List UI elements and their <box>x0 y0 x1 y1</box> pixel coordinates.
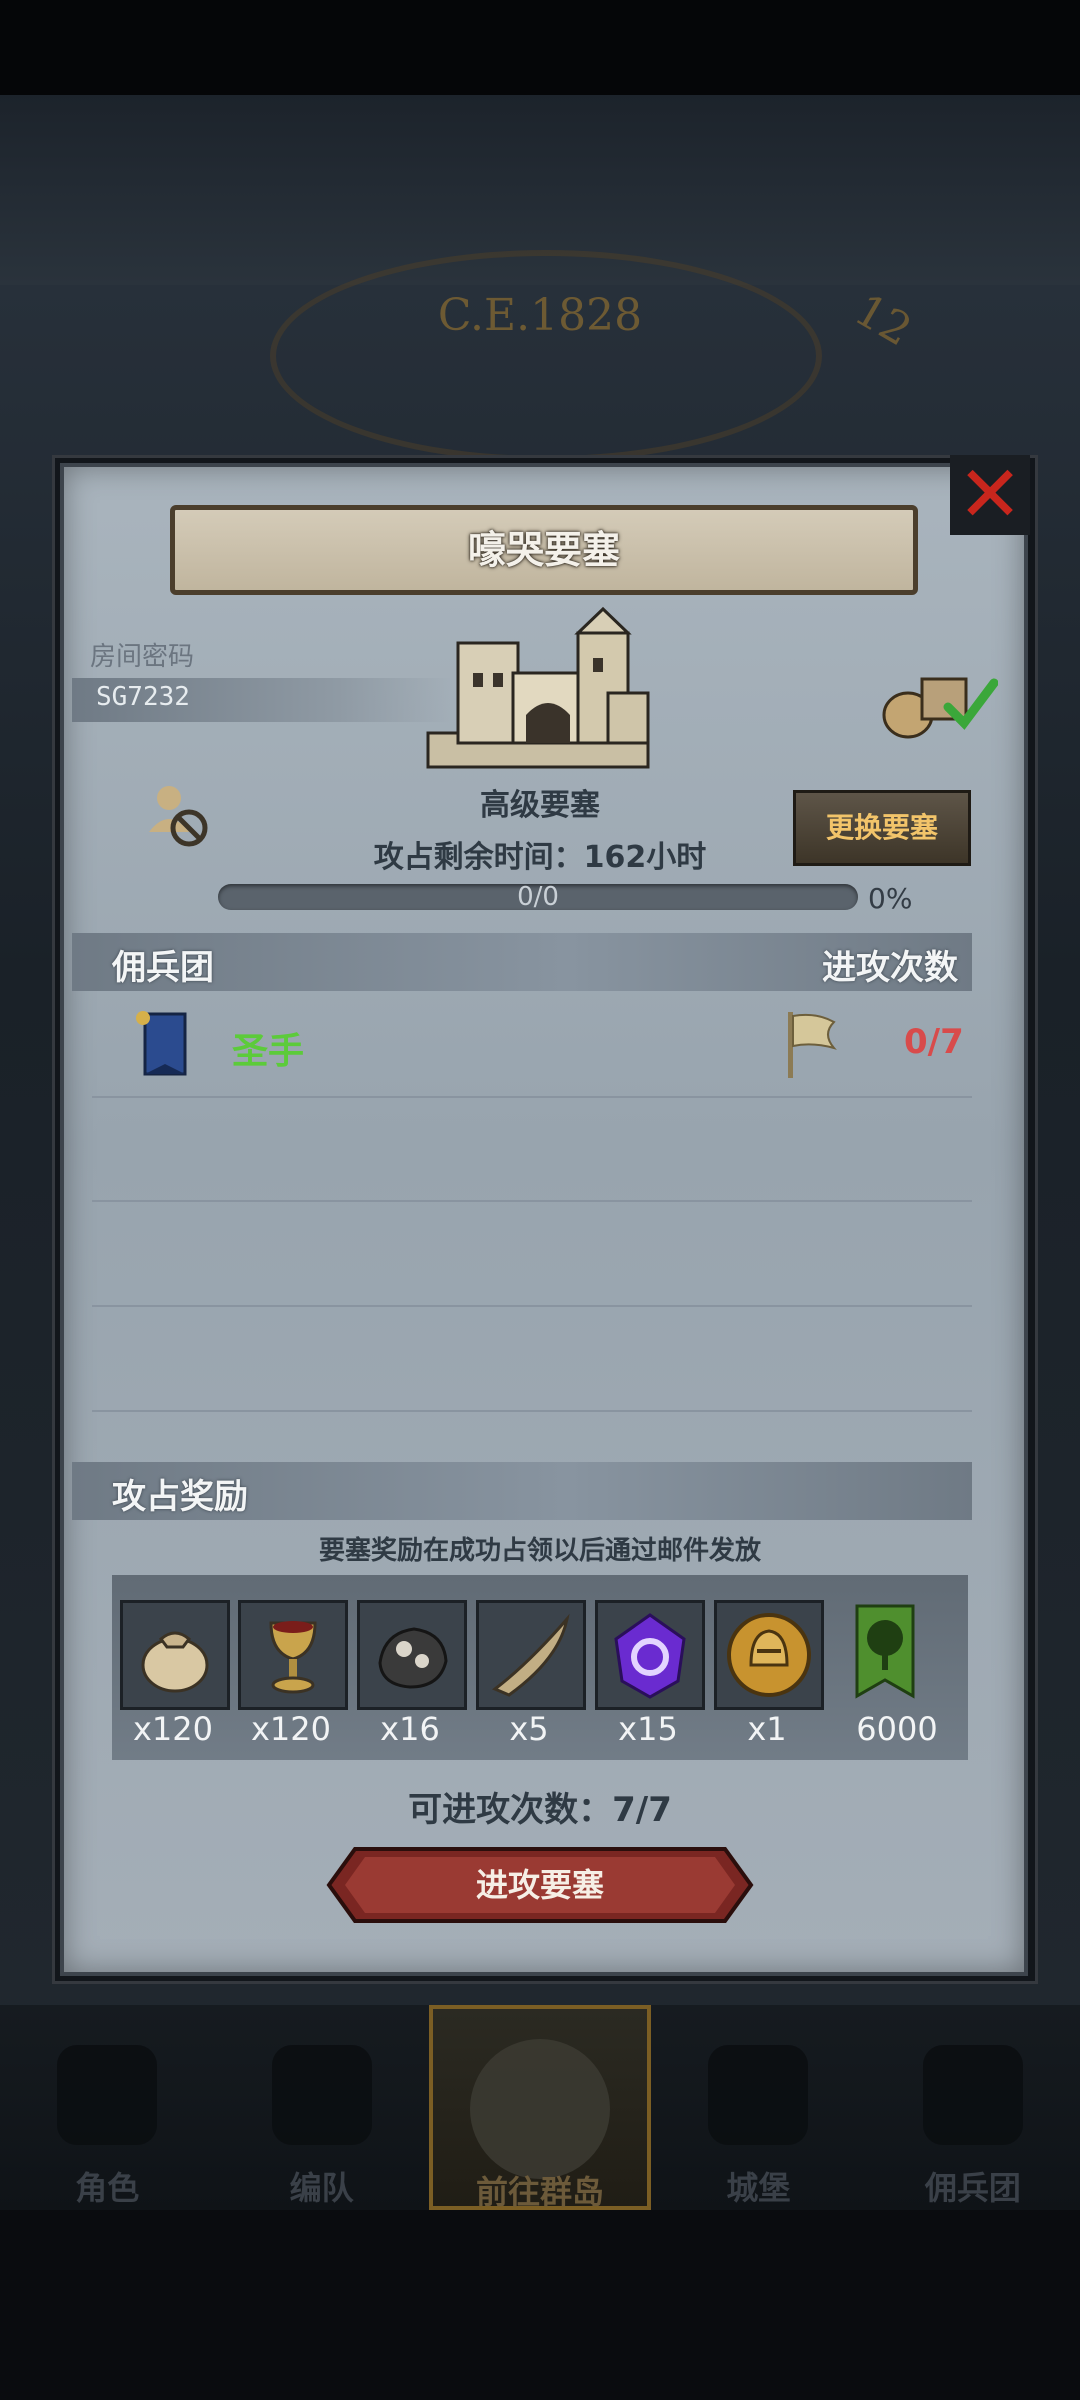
bags-checked-icon[interactable] <box>878 663 998 743</box>
reward-qty: x16 <box>380 1710 440 1748</box>
mercenary-attack-count: 0/7 <box>904 1022 964 1062</box>
reward-qty: x5 <box>509 1710 549 1748</box>
sack-icon <box>120 1600 230 1710</box>
mercenary-banner-icon <box>136 1011 187 1076</box>
nav-item-mercenary[interactable]: 佣兵团 <box>866 2005 1080 2210</box>
nav-item-character[interactable]: 角色 <box>0 2005 214 2210</box>
nav-label: 佣兵团 <box>924 2169 1021 2207</box>
progress-percent: 0% <box>868 882 913 915</box>
reward-qty: x120 <box>132 1710 213 1748</box>
close-button[interactable]: ✕ <box>950 455 1030 535</box>
reward-qty: x15 <box>618 1710 678 1748</box>
castle-nav-icon <box>708 2045 809 2145</box>
castle-icon <box>426 606 650 769</box>
nav-item-formation[interactable]: 编队 <box>214 2005 428 2210</box>
reward-item[interactable] <box>595 1600 705 1714</box>
room-code[interactable]: SG7232 <box>96 682 190 712</box>
nav-label: 角色 <box>75 2169 140 2207</box>
map-icon <box>470 2039 611 2179</box>
clock-ring <box>270 250 822 462</box>
attacks-remaining: 可进攻次数：7/7 <box>408 1790 672 1830</box>
reward-item[interactable] <box>833 1600 943 1708</box>
reward-qty: x1 <box>747 1710 787 1748</box>
era-year: C.E.1828 <box>437 290 643 341</box>
row-divider <box>92 1200 972 1202</box>
nav-item-castle[interactable]: 城堡 <box>651 2005 865 2210</box>
gold-helmet-coin-icon <box>714 1600 824 1710</box>
character-icon <box>57 2045 158 2145</box>
nav-item-islands[interactable]: 前往群岛 <box>428 2005 652 2211</box>
rewards-note: 要塞奖励在成功占领以后通过邮件发放 <box>318 1536 761 1566</box>
rewards-title: 攻占奖励 <box>112 1477 248 1517</box>
row-divider <box>92 1305 972 1307</box>
fortress-type: 高级要塞 <box>480 788 600 823</box>
row-divider <box>92 1096 972 1098</box>
attack-fortress-button[interactable]: 进攻要塞 <box>325 1845 755 1925</box>
nav-label: 编队 <box>289 2169 354 2207</box>
reward-item[interactable] <box>357 1600 467 1714</box>
status-bar <box>0 0 1080 95</box>
horn-icon <box>476 1600 586 1710</box>
bottom-background <box>0 2210 1080 2400</box>
reward-qty: 6000 <box>856 1710 938 1748</box>
tree-banner-icon <box>855 1604 915 1699</box>
change-fortress-button[interactable]: 更换要塞 <box>793 790 971 866</box>
no-user-icon[interactable] <box>143 780 213 850</box>
reward-item[interactable] <box>476 1600 586 1714</box>
ore-icon <box>357 1600 467 1710</box>
attack-count-title: 进攻次数 <box>822 948 958 988</box>
modal-title: 嚎哭要塞 <box>170 505 918 595</box>
bottom-nav: 角色 编队 前往群岛 城堡 佣兵团 <box>0 2005 1080 2211</box>
nav-label: 前往群岛 <box>476 2173 605 2211</box>
reward-item[interactable] <box>714 1600 824 1714</box>
row-divider <box>92 1410 972 1412</box>
mercenary-title: 佣兵团 <box>112 948 214 988</box>
reward-qty: x120 <box>250 1710 331 1748</box>
flag-icon <box>788 1012 837 1078</box>
reward-item[interactable] <box>120 1600 230 1714</box>
room-code-label: 房间密码 <box>90 642 195 672</box>
purple-crystal-icon <box>595 1600 705 1710</box>
reward-item[interactable] <box>238 1600 348 1714</box>
mercenary-name: 圣手 <box>232 1031 305 1072</box>
formation-icon <box>271 2045 372 2145</box>
time-remaining: 攻占剩余时间：162小时 <box>373 840 707 875</box>
goblet-icon <box>238 1600 348 1710</box>
progress-text: 0/0 <box>517 882 559 912</box>
nav-label: 城堡 <box>726 2169 791 2207</box>
mercenary-icon <box>922 2045 1023 2145</box>
close-icon: ✕ <box>957 450 1023 540</box>
